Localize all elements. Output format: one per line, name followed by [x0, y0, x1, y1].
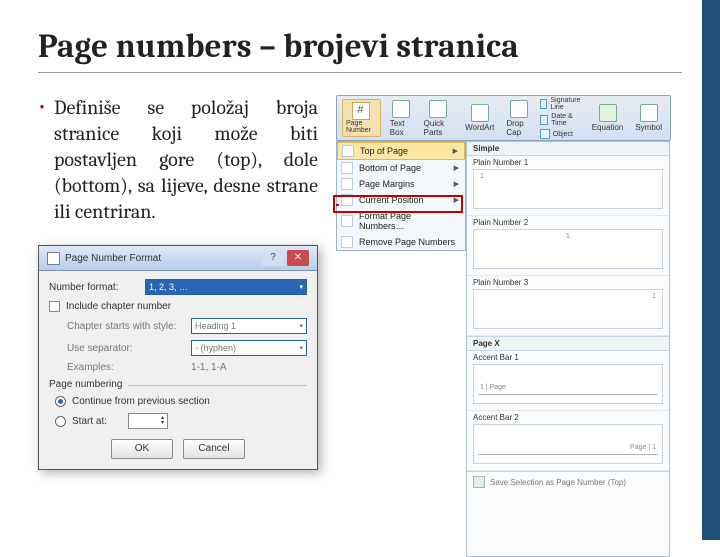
include-chapter-checkbox[interactable] — [49, 301, 60, 312]
menu-bottom-of-page[interactable]: Bottom of Page▶ — [337, 160, 465, 176]
page-number-button[interactable]: Page Number — [342, 99, 381, 137]
continue-label: Continue from previous section — [72, 396, 210, 407]
text-box-icon — [392, 100, 410, 118]
ok-button[interactable]: OK — [111, 439, 173, 459]
dialog-title-text: Page Number Format — [65, 253, 161, 264]
gallery-item-accent1[interactable]: Accent Bar 1 1 | Page — [467, 351, 669, 411]
page-number-format-dialog: Page Number Format ? ✕ Number format: 1,… — [38, 245, 318, 470]
bullet-marker: • — [38, 95, 46, 225]
menu-format-page-numbers[interactable]: Format Page Numbers… — [337, 208, 465, 234]
gallery-item-plain3[interactable]: Plain Number 3 1 — [467, 276, 669, 336]
page-margins-icon — [341, 178, 353, 190]
signature-icon — [540, 99, 548, 109]
gallery-save-selection[interactable]: Save Selection as Page Number (Top) — [467, 471, 669, 492]
pi-icon — [599, 104, 617, 122]
menu-current-position[interactable]: Current Position▶ — [337, 192, 465, 208]
menu-remove-page-numbers[interactable]: Remove Page Numbers — [337, 234, 465, 250]
chapter-style-label: Chapter starts with style: — [67, 321, 185, 332]
wordart-button[interactable]: WordArt — [462, 102, 497, 134]
ribbon: Page Number Text Box Quick Parts WordArt… — [336, 95, 671, 141]
help-button[interactable]: ? — [262, 250, 284, 266]
symbol-button[interactable]: Symbol — [632, 102, 665, 134]
gallery-item-accent2[interactable]: Accent Bar 2 Page | 1 — [467, 411, 669, 471]
date-time-button[interactable]: Date & Time — [540, 113, 583, 127]
slide-title: Page numbers – brojevi stranica — [38, 28, 682, 73]
quick-parts-button[interactable]: Quick Parts — [421, 98, 456, 139]
object-icon — [540, 129, 550, 139]
drop-cap-button[interactable]: Drop Cap — [503, 98, 533, 139]
quick-parts-icon — [429, 100, 447, 118]
gallery-item-plain2[interactable]: Plain Number 2 1 — [467, 216, 669, 276]
save-selection-icon — [473, 476, 485, 488]
dialog-icon — [47, 252, 60, 265]
start-at-radio[interactable] — [55, 416, 66, 427]
menu-page-margins[interactable]: Page Margins▶ — [337, 176, 465, 192]
wordart-icon — [471, 104, 489, 122]
omega-icon — [640, 104, 658, 122]
number-format-select[interactable]: 1, 2, 3, …▾ — [145, 279, 307, 295]
calendar-icon — [540, 115, 549, 125]
screenshot-column: Page Number Text Box Quick Parts WordArt… — [336, 95, 682, 470]
dialog-titlebar[interactable]: Page Number Format ? ✕ — [39, 246, 317, 271]
gallery-simple-header: Simple — [467, 142, 669, 156]
page-number-gallery: Simple Plain Number 1 1 Plain Number 2 1… — [466, 141, 670, 557]
slide-container: Page numbers – brojevi stranica • Defini… — [0, 0, 720, 490]
cancel-button[interactable]: Cancel — [183, 439, 245, 459]
signature-line-button[interactable]: Signature Line — [540, 97, 583, 111]
text-box-button[interactable]: Text Box — [387, 98, 415, 139]
remove-icon — [341, 236, 353, 248]
include-chapter-label: Include chapter number — [66, 301, 171, 312]
gallery-item-plain1[interactable]: Plain Number 1 1 — [467, 156, 669, 216]
start-at-spinner[interactable]: ▴▾ — [128, 413, 168, 429]
close-button[interactable]: ✕ — [287, 250, 309, 266]
continue-radio[interactable] — [55, 396, 66, 407]
cursor-icon — [341, 194, 353, 206]
chapter-style-select[interactable]: Heading 1▾ — [191, 318, 307, 334]
page-bottom-icon — [341, 162, 353, 174]
separator-label: Use separator: — [67, 343, 185, 354]
page-number-icon — [352, 102, 370, 120]
examples-value: 1-1, 1-A — [191, 362, 227, 373]
bullet-column: • Definiše se položaj broja stranice koj… — [38, 95, 318, 470]
page-number-menu: Top of Page▶ Bottom of Page▶ Page Margin… — [336, 141, 466, 251]
gallery-pagex-header: Page X — [467, 336, 669, 351]
number-format-label: Number format: — [49, 282, 139, 293]
equation-button[interactable]: Equation — [589, 102, 627, 134]
page-numbering-group-label: Page numbering — [49, 379, 307, 390]
drop-cap-icon — [510, 100, 528, 118]
examples-label: Examples: — [67, 362, 185, 373]
menu-top-of-page[interactable]: Top of Page▶ — [337, 142, 465, 160]
separator-select[interactable]: - (hyphen)▾ — [191, 340, 307, 356]
start-at-label: Start at: — [72, 416, 122, 427]
object-button[interactable]: Object — [540, 129, 583, 139]
page-top-icon — [342, 145, 354, 157]
slide-accent-stripe — [702, 0, 720, 540]
format-icon — [341, 215, 353, 227]
bullet-text: Definiše se položaj broja stranice koji … — [54, 95, 318, 225]
